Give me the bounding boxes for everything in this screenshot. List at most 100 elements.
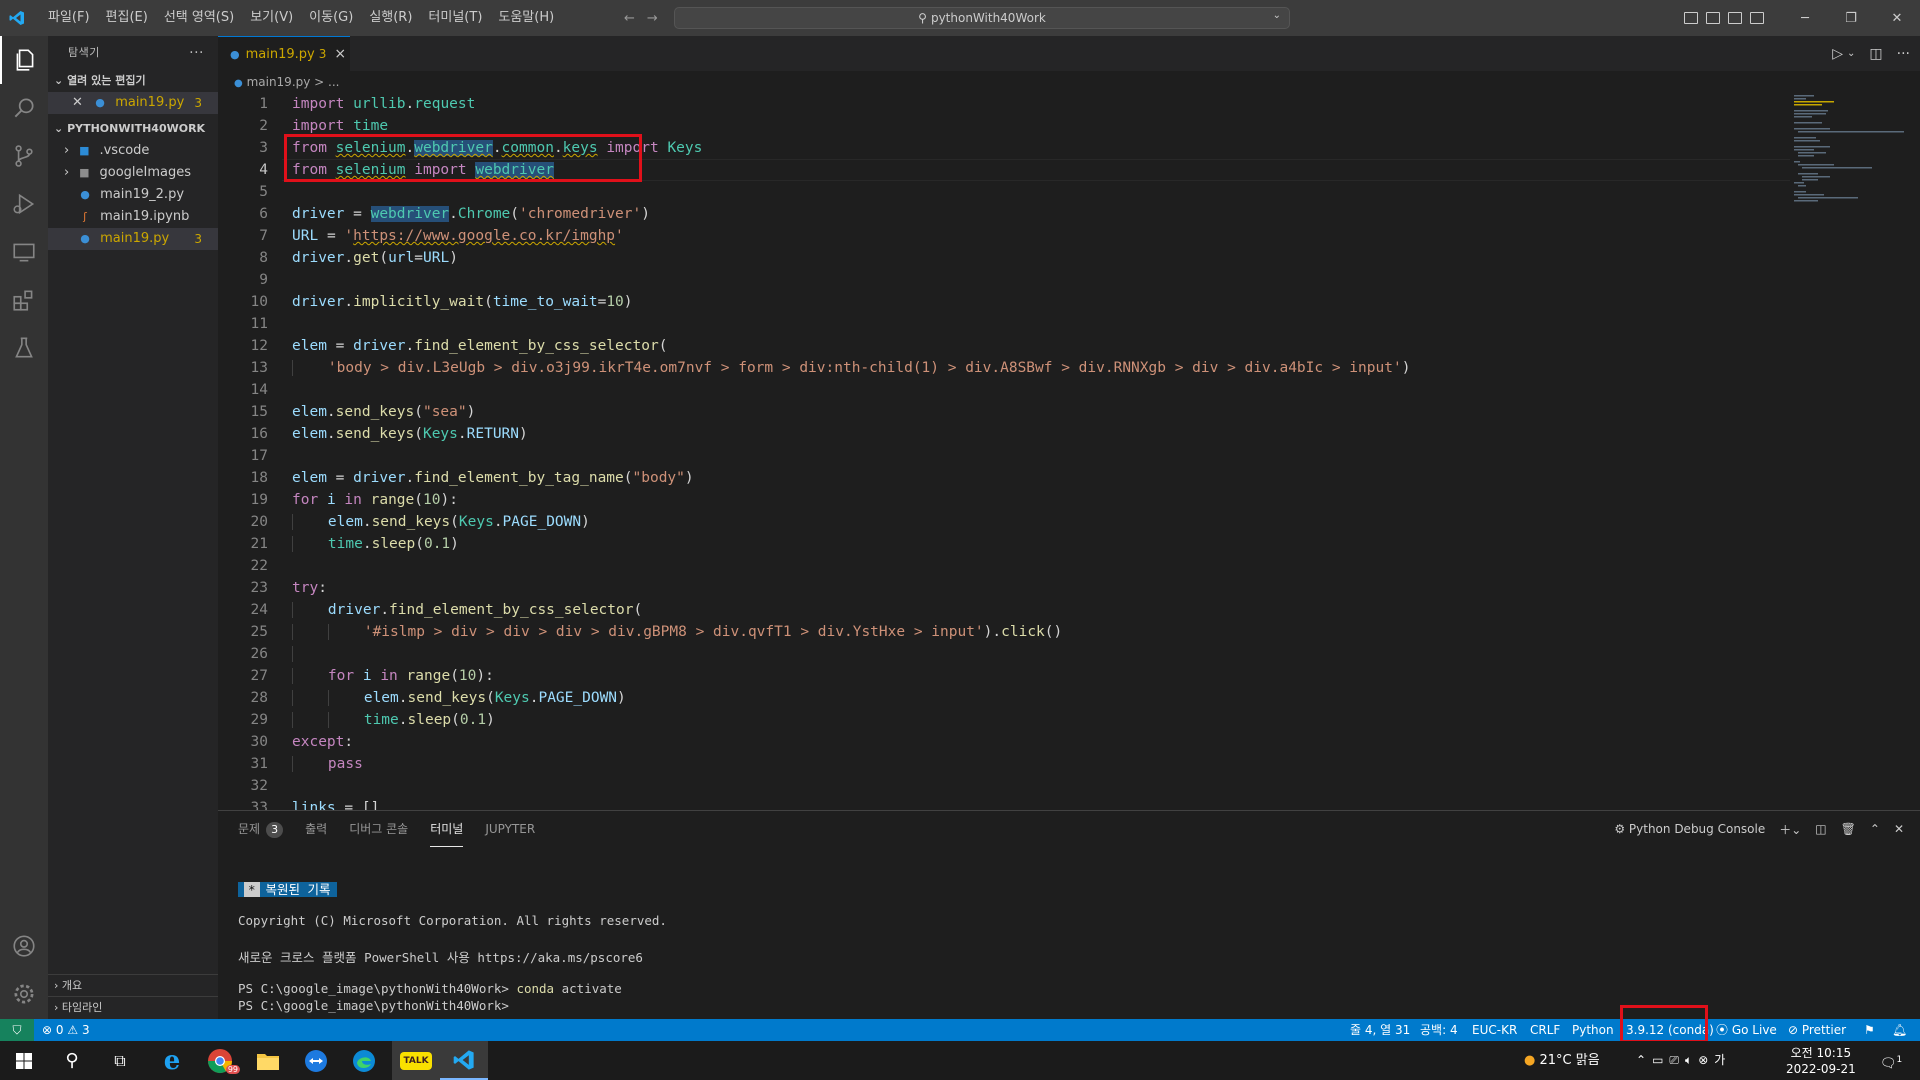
tree-item-main19-ipynb[interactable]: ʃ main19.ipynb — [48, 206, 218, 228]
tab-terminal[interactable]: 터미널 — [430, 811, 464, 847]
menu-terminal[interactable]: 터미널(T) — [420, 0, 490, 36]
workspace-label: PYTHONWITH40WORK — [67, 122, 206, 135]
customize-layout-icon[interactable] — [1750, 12, 1764, 24]
search-icon[interactable]: ⚲ — [56, 1041, 88, 1080]
menu-go[interactable]: 이동(G) — [301, 0, 361, 36]
maximize-panel-icon[interactable]: ⌃ — [1870, 822, 1880, 836]
chevron-down-icon[interactable]: ⌄ — [1273, 10, 1281, 21]
more-actions-icon[interactable]: ··· — [1897, 46, 1910, 62]
line-number: 32 — [250, 778, 268, 794]
terminal-powershell-info: 새로운 크로스 플랫폼 PowerShell 사용 https://aka.ms… — [238, 950, 643, 965]
close-icon[interactable]: ✕ — [72, 95, 83, 110]
menu-selection[interactable]: 선택 영역(S) — [156, 0, 242, 36]
clock[interactable]: 오전 10:15 2022-09-21 — [1786, 1041, 1856, 1080]
encoding[interactable]: EUC-KR — [1472, 1019, 1517, 1041]
menu-file[interactable]: 파일(F) — [40, 0, 98, 36]
prettier-button[interactable]: ⊘ Prettier — [1788, 1019, 1846, 1041]
chevron-down-icon[interactable]: ⌄ — [1847, 48, 1855, 59]
chrome-icon[interactable]: 99 — [200, 1041, 240, 1080]
command-center-search[interactable]: ⚲ pythonWith40Work ⌄ — [674, 7, 1290, 29]
tree-item-main19[interactable]: ● main19.py 3 — [48, 228, 218, 250]
menu-help[interactable]: 도움말(H) — [490, 0, 562, 36]
teamviewer-icon[interactable] — [296, 1041, 336, 1080]
weather-widget[interactable]: ● 21°C 맑음 — [1524, 1041, 1600, 1080]
go-live-button[interactable]: ⦿ Go Live — [1716, 1019, 1777, 1041]
toggle-secondary-sidebar-icon[interactable] — [1728, 12, 1742, 24]
more-actions-icon[interactable]: ··· — [189, 36, 204, 70]
back-arrow-icon[interactable]: ← — [624, 11, 635, 26]
line-number: 9 — [259, 272, 268, 288]
search-icon[interactable] — [0, 84, 48, 132]
feedback-icon[interactable]: ⚑ — [1864, 1019, 1875, 1041]
notification-center-icon[interactable]: 🗨︎1 — [1880, 1041, 1902, 1080]
minimize-icon[interactable]: ─ — [1782, 11, 1828, 26]
bell-icon[interactable]: 🔔︎ — [1892, 1019, 1907, 1041]
split-editor-icon[interactable]: ◫ — [1869, 46, 1882, 62]
close-icon[interactable]: × — [334, 46, 346, 62]
open-editor-filename: main19.py — [115, 95, 185, 110]
file-explorer-icon[interactable] — [248, 1041, 288, 1080]
close-window-icon[interactable]: ✕ — [1874, 11, 1920, 26]
code-line — [292, 643, 328, 665]
tree-item-vscode[interactable]: › ■ .vscode — [48, 140, 218, 162]
minimap[interactable] — [1792, 93, 1908, 213]
gear-icon[interactable] — [0, 970, 48, 1018]
kakaotalk-icon[interactable]: TALK — [392, 1041, 440, 1080]
close-panel-icon[interactable]: ✕ — [1894, 822, 1904, 836]
speaker-icon: 🔈︎ — [1685, 1053, 1699, 1067]
cursor-position[interactable]: 줄 4, 열 31 — [1350, 1019, 1410, 1041]
open-editor-item[interactable]: ✕ ● main19.py 3 — [48, 92, 218, 114]
trash-icon[interactable]: 🗑 — [1841, 822, 1856, 836]
code-line: elem.send_keys(Keys.PAGE_DOWN) — [292, 511, 590, 533]
toggle-panel-icon[interactable] — [1706, 12, 1720, 24]
split-terminal-icon[interactable]: ◫ — [1815, 822, 1826, 836]
language-mode[interactable]: Python — [1572, 1019, 1614, 1041]
task-view-icon[interactable]: ⧉ — [104, 1041, 136, 1080]
testing-flask-icon[interactable] — [0, 324, 48, 372]
account-icon[interactable] — [0, 922, 48, 970]
remote-explorer-icon[interactable] — [0, 228, 48, 276]
timeline-section[interactable]: › 타임라인 — [48, 996, 218, 1018]
terminal-selector[interactable]: ⚙ Python Debug Console — [1614, 822, 1765, 836]
open-editors-section[interactable]: ⌄ 열려 있는 편집기 — [48, 70, 218, 92]
run-debug-icon[interactable] — [0, 180, 48, 228]
remote-indicator[interactable]: ⛉ — [0, 1019, 34, 1041]
tree-item-googleimages[interactable]: › ■ googleImages — [48, 162, 218, 184]
code-line: driver.implicitly_wait(time_to_wait=10) — [292, 294, 633, 310]
tab-output[interactable]: 출력 — [305, 811, 327, 847]
workspace-section[interactable]: ⌄ PYTHONWITH40WORK — [48, 118, 218, 140]
explorer-icon[interactable] — [0, 36, 48, 84]
menu-run[interactable]: 실행(R) — [361, 0, 420, 36]
extensions-icon[interactable] — [0, 276, 48, 324]
system-tray[interactable]: ⌃▭⎚🔈︎⊗가 — [1636, 1041, 1731, 1080]
line-ending[interactable]: CRLF — [1530, 1019, 1560, 1041]
menu-edit[interactable]: 편집(E) — [98, 0, 156, 36]
menu-view[interactable]: 보기(V) — [242, 0, 301, 36]
tree-item-main19-2[interactable]: ● main19_2.py — [48, 184, 218, 206]
indentation[interactable]: 공백: 4 — [1420, 1019, 1458, 1041]
tab-jupyter[interactable]: JUPYTER — [485, 811, 535, 847]
new-terminal-icon[interactable]: ＋⌄ — [1779, 821, 1801, 838]
terminal-line-2[interactable]: PS C:\google_image\pythonWith40Work> — [238, 998, 516, 1013]
vscode-taskbar-icon[interactable] — [440, 1041, 488, 1080]
run-file-icon[interactable]: ▷ — [1832, 46, 1843, 62]
code-line: links = [] — [292, 800, 380, 810]
problems-indicator[interactable]: ⊗ 0 ⚠ 3 — [42, 1019, 90, 1041]
source-control-icon[interactable] — [0, 132, 48, 180]
tab-problems[interactable]: 문제 3 — [238, 811, 284, 847]
restore-icon[interactable]: ❐ — [1828, 11, 1874, 26]
sun-icon: ● — [1524, 1053, 1536, 1068]
windows-start-icon[interactable] — [8, 1041, 40, 1080]
outline-section[interactable]: › 개요 — [48, 974, 218, 996]
code-editor[interactable]: 1 2 3 4 5 6 7 8 9 10 11 12 13 14 15 16 17 18 19 20 21 22 23 24 2… — [218, 93, 1920, 810]
internet-explorer-icon[interactable]: e — [152, 1041, 192, 1080]
toggle-primary-sidebar-icon[interactable] — [1684, 12, 1698, 24]
breadcrumb[interactable]: ● main19.py > ... — [218, 71, 1920, 93]
prompt: PS C:\google_image\pythonWith40Work> — [238, 981, 517, 996]
problem-count-badge: 3 — [194, 96, 202, 110]
check-icon: ⊘ — [1788, 1023, 1799, 1037]
tab-main19[interactable]: ● main19.py 3 × — [218, 36, 350, 71]
tab-debug-console[interactable]: 디버그 콘솔 — [349, 811, 408, 847]
forward-arrow-icon[interactable]: → — [647, 11, 658, 26]
edge-icon[interactable] — [344, 1041, 384, 1080]
